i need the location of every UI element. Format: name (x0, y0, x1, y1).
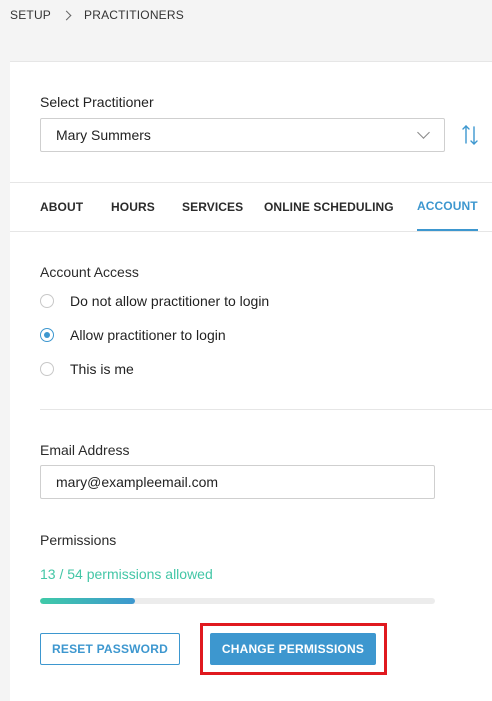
tab-account[interactable]: ACCOUNT (417, 183, 478, 231)
breadcrumb-setup-link[interactable]: SETUP (10, 8, 51, 22)
chevron-right-icon (61, 10, 72, 20)
radio-label: This is me (70, 361, 134, 377)
radio-label: Do not allow practitioner to login (70, 293, 270, 309)
tab-services[interactable]: SERVICES (182, 183, 243, 231)
breadcrumb-current: PRACTITIONERS (84, 8, 184, 22)
section-divider (40, 409, 492, 410)
chevron-down-icon (417, 126, 430, 139)
tab-about[interactable]: ABOUT (40, 183, 83, 231)
radio-label: Allow practitioner to login (70, 327, 226, 343)
permissions-label: Permissions (40, 532, 117, 548)
radio-button-selected[interactable] (40, 328, 54, 342)
permissions-summary: 13 / 54 permissions allowed (40, 566, 213, 582)
email-address-label: Email Address (40, 442, 130, 458)
practitioner-select[interactable]: Mary Summers (40, 118, 445, 152)
email-address-input[interactable] (40, 465, 435, 499)
permissions-progress-bar (40, 598, 435, 604)
tab-bar: ABOUT HOURS SERVICES ONLINE SCHEDULING A… (10, 182, 492, 232)
reset-password-button[interactable]: RESET PASSWORD (40, 633, 180, 665)
practitioner-select-value: Mary Summers (56, 127, 151, 143)
account-access-title: Account Access (40, 264, 139, 280)
radio-button[interactable] (40, 362, 54, 376)
permissions-progress-fill (40, 598, 136, 604)
tab-hours[interactable]: HOURS (111, 183, 155, 231)
tab-online-scheduling[interactable]: ONLINE SCHEDULING (264, 183, 394, 231)
radio-option-no-login[interactable]: Do not allow practitioner to login (40, 293, 269, 309)
highlight-box (200, 623, 387, 675)
breadcrumb: SETUP PRACTITIONERS (10, 8, 184, 22)
radio-button[interactable] (40, 294, 54, 308)
sort-icon[interactable] (461, 123, 479, 147)
practitioner-card: Select Practitioner Mary Summers ABOUT H… (10, 61, 492, 701)
radio-option-this-is-me[interactable]: This is me (40, 361, 134, 377)
select-practitioner-label: Select Practitioner (40, 94, 154, 110)
radio-option-allow-login[interactable]: Allow practitioner to login (40, 327, 226, 343)
